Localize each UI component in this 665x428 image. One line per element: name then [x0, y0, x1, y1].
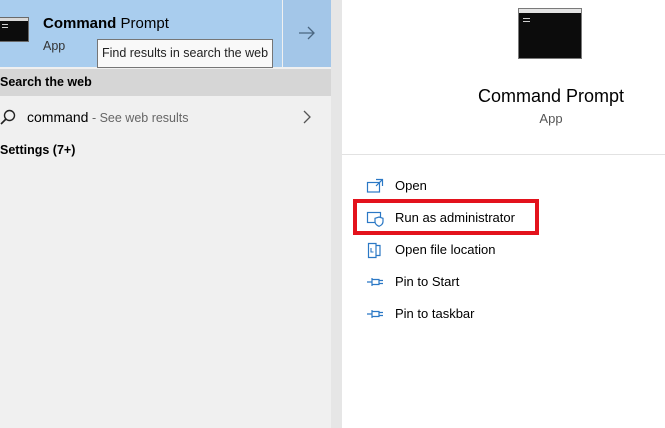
search-icon — [0, 109, 16, 125]
open-icon — [366, 178, 384, 193]
pin-to-taskbar-label: Pin to taskbar — [395, 306, 475, 321]
settings-section-heading[interactable]: Settings (7+) — [0, 143, 75, 158]
pane-divider — [331, 0, 342, 428]
web-search-tooltip: Find results in search the web — [97, 39, 273, 68]
command-prompt-icon — [0, 17, 29, 42]
open-file-location-label: Open file location — [395, 242, 496, 257]
best-match-title: Command Prompt — [43, 15, 169, 33]
pin-to-start-action[interactable]: Pin to Start — [356, 268, 646, 296]
search-results-pane: Command Prompt App Find results in searc… — [0, 0, 331, 428]
search-web-section-header: Search the web — [0, 69, 331, 96]
web-result-hint: - See web results — [88, 111, 189, 125]
web-search-result[interactable]: command - See web results — [0, 101, 331, 133]
open-details-arrow-button[interactable] — [283, 0, 331, 67]
best-match-title-bold: Command — [43, 15, 117, 32]
pin-to-start-label: Pin to Start — [395, 274, 460, 289]
open-action[interactable]: Open — [356, 172, 646, 200]
best-match-subtitle: App — [43, 39, 66, 53]
best-match-title-rest: Prompt — [116, 15, 169, 32]
details-divider — [342, 154, 665, 155]
search-web-heading: Search the web — [0, 75, 92, 89]
web-query: command — [27, 109, 89, 125]
open-file-location-action[interactable]: Open file location — [356, 236, 646, 264]
pin-icon — [367, 278, 383, 286]
arrow-right-icon — [299, 26, 315, 40]
app-title: Command Prompt — [477, 86, 625, 106]
open-label: Open — [395, 178, 427, 193]
file-location-icon — [367, 242, 381, 259]
command-prompt-large-icon — [518, 8, 582, 59]
run-as-administrator-highlight — [353, 199, 539, 235]
chevron-right-icon — [303, 110, 311, 124]
web-result-text: command - See web results — [27, 108, 189, 127]
app-type: App — [539, 111, 563, 126]
pin-to-taskbar-action[interactable]: Pin to taskbar — [356, 300, 646, 328]
pin-icon — [367, 310, 383, 318]
